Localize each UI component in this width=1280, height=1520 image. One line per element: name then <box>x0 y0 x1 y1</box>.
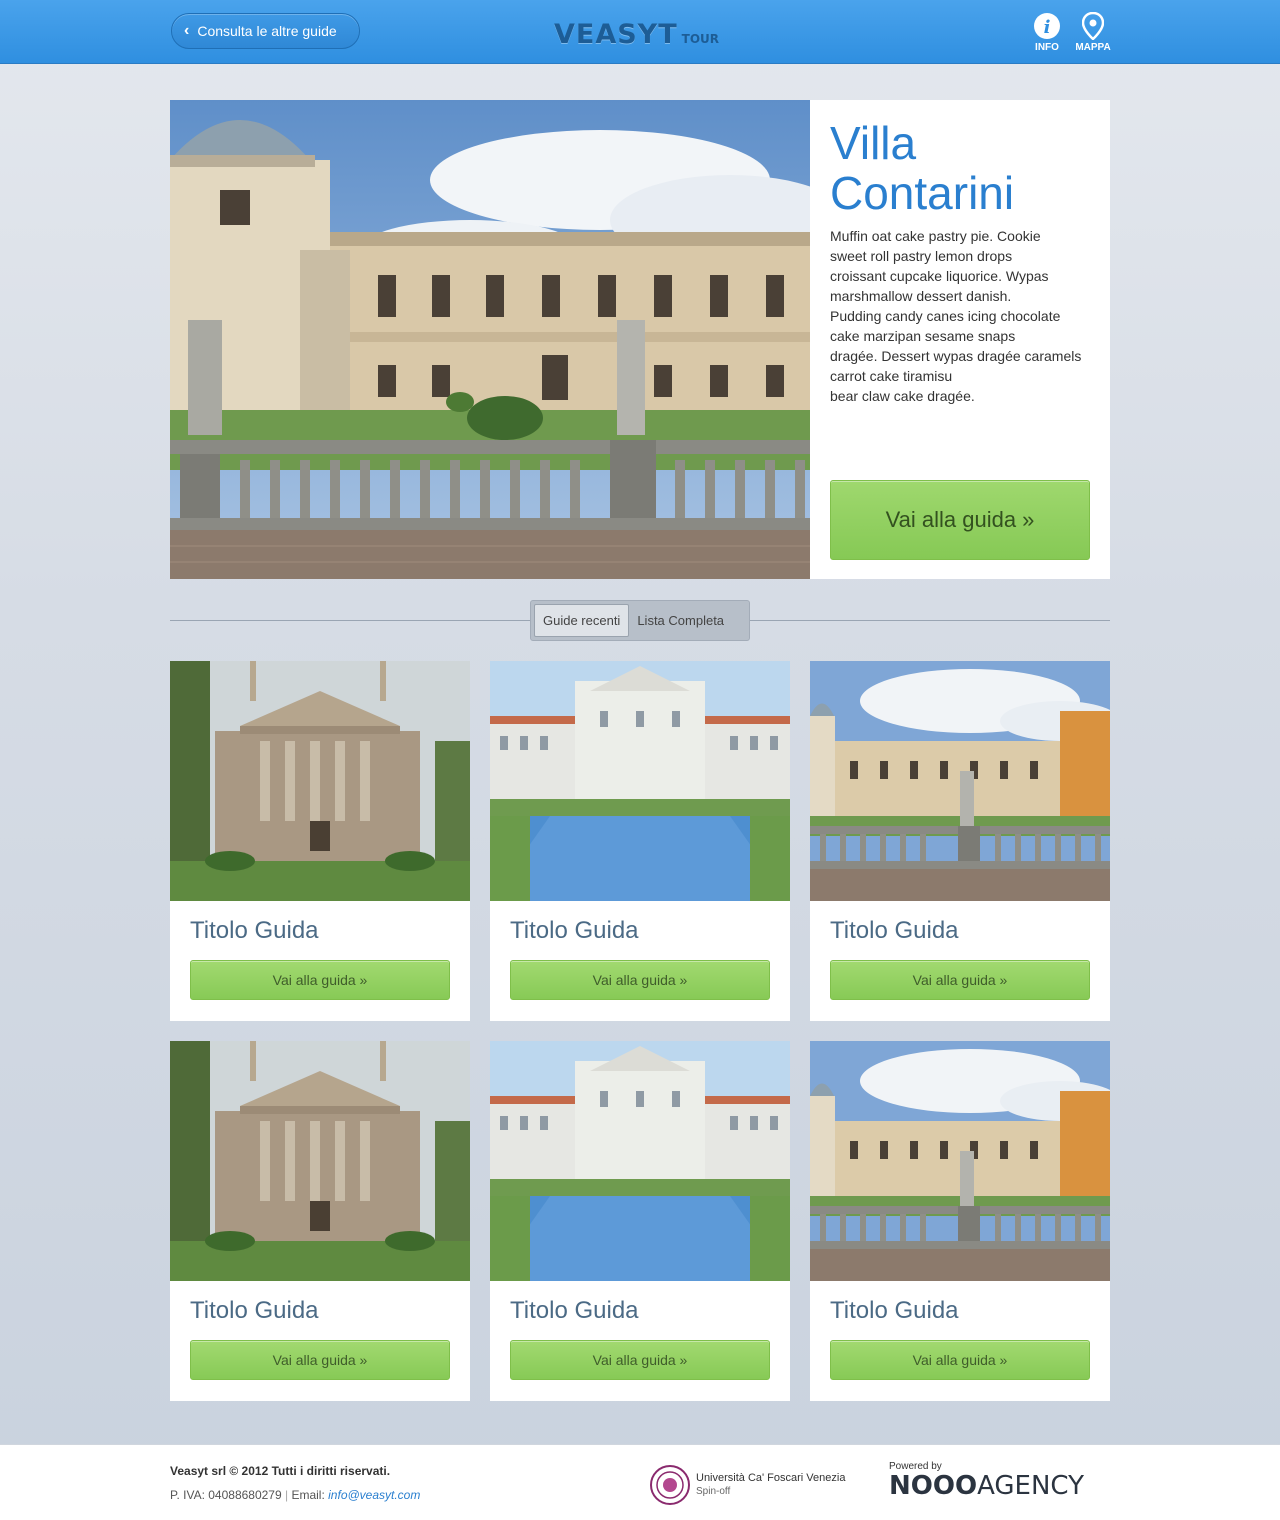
back-to-guides-button[interactable]: ‹ Consulta le altre guide <box>171 13 360 49</box>
go-to-guide-button[interactable]: Vai alla guida » <box>190 1340 450 1380</box>
go-to-guide-button[interactable]: Vai alla guida » <box>830 1340 1090 1380</box>
chevron-left-icon: ‹ <box>184 22 190 39</box>
top-bar: ‹ Consulta le altre guide VEASYT TOUR i … <box>0 0 1280 64</box>
guide-card[interactable]: Titolo Guida Vai alla guida » <box>170 661 470 1021</box>
guide-card-title: Titolo Guida <box>190 1297 319 1324</box>
footer: Veasyt srl © 2012 Tutti i diritti riserv… <box>0 1444 1280 1520</box>
featured-guide-title: Villa Contarini <box>830 117 1015 219</box>
agency-name-rest: AGENCY <box>977 1471 1085 1501</box>
university-name: Università Ca' Foscari Venezia <box>696 1472 846 1484</box>
agency-name: NOOOAGENCY <box>889 1472 1084 1500</box>
logo-sub: TOUR <box>681 32 720 46</box>
guide-thumbnail[interactable] <box>170 661 470 901</box>
guide-thumbnail[interactable] <box>490 661 790 901</box>
guide-thumbnail[interactable] <box>490 1041 790 1281</box>
featured-guide-description: Muffin oat cake pastry pie. Cookie sweet… <box>830 228 1082 404</box>
info-label: INFO <box>1035 42 1059 53</box>
guide-thumbnail[interactable] <box>810 1041 1110 1281</box>
map-label: MAPPA <box>1075 42 1111 53</box>
back-button-label: Consulta le altre guide <box>197 23 337 39</box>
info-button[interactable]: i INFO <box>1025 12 1069 53</box>
tab-full-list[interactable]: Lista Completa <box>629 604 732 637</box>
email-link[interactable]: info@veasyt.com <box>328 1488 420 1502</box>
company-info: P. IVA: 04088680279 | Email: info@veasyt… <box>170 1488 420 1502</box>
veasyt-logo[interactable]: VEASYT TOUR <box>554 14 719 50</box>
university-logo[interactable]: Università Ca' Foscari Venezia Spin-off <box>650 1465 845 1505</box>
guide-card[interactable]: Titolo Guida Vai alla guida » <box>490 661 790 1021</box>
map-pin-icon <box>1082 12 1104 40</box>
tab-recent-guides[interactable]: Guide recenti <box>534 604 630 637</box>
featured-guide-info: Villa Contarini Muffin oat cake pastry p… <box>830 118 1090 406</box>
guide-list-tabs: Guide recenti Lista Completa <box>530 600 750 641</box>
info-icon: i <box>1034 13 1060 39</box>
go-to-guide-button[interactable]: Vai alla guida » <box>190 960 450 1000</box>
guide-card-title: Titolo Guida <box>830 917 959 944</box>
copyright-text: Veasyt srl © 2012 Tutti i diritti riserv… <box>170 1464 391 1478</box>
map-button[interactable]: MAPPA <box>1071 12 1115 53</box>
guide-card[interactable]: Titolo Guida Vai alla guida » <box>170 1041 470 1401</box>
go-to-guide-button[interactable]: Vai alla guida » <box>830 960 1090 1000</box>
featured-guide: Villa Contarini Muffin oat cake pastry p… <box>170 100 1110 579</box>
guide-card-title: Titolo Guida <box>510 917 639 944</box>
guide-card[interactable]: Titolo Guida Vai alla guida » <box>810 1041 1110 1401</box>
guide-card-title: Titolo Guida <box>190 917 319 944</box>
guide-card-title: Titolo Guida <box>510 1297 639 1324</box>
guide-card[interactable]: Titolo Guida Vai alla guida » <box>810 661 1110 1021</box>
go-to-featured-guide-button[interactable]: Vai alla guida » <box>830 480 1090 560</box>
university-seal-icon <box>650 1465 690 1505</box>
vat-number: P. IVA: 04088680279 <box>170 1488 282 1502</box>
agency-name-bold: NOOO <box>889 1471 978 1501</box>
guide-thumbnail[interactable] <box>810 661 1110 901</box>
featured-villa-photo <box>170 100 810 579</box>
spin-off-label: Spin-off <box>696 1486 731 1497</box>
go-to-guide-button[interactable]: Vai alla guida » <box>510 1340 770 1380</box>
agency-logo[interactable]: Powered by NOOOAGENCY <box>889 1461 1084 1500</box>
email-label: Email: <box>291 1488 325 1502</box>
guide-card[interactable]: Titolo Guida Vai alla guida » <box>490 1041 790 1401</box>
go-to-guide-button[interactable]: Vai alla guida » <box>510 960 770 1000</box>
guide-thumbnail[interactable] <box>170 1041 470 1281</box>
svg-text:i: i <box>1044 17 1051 38</box>
logo-main: VEASYT <box>554 19 678 50</box>
guide-card-title: Titolo Guida <box>830 1297 959 1324</box>
